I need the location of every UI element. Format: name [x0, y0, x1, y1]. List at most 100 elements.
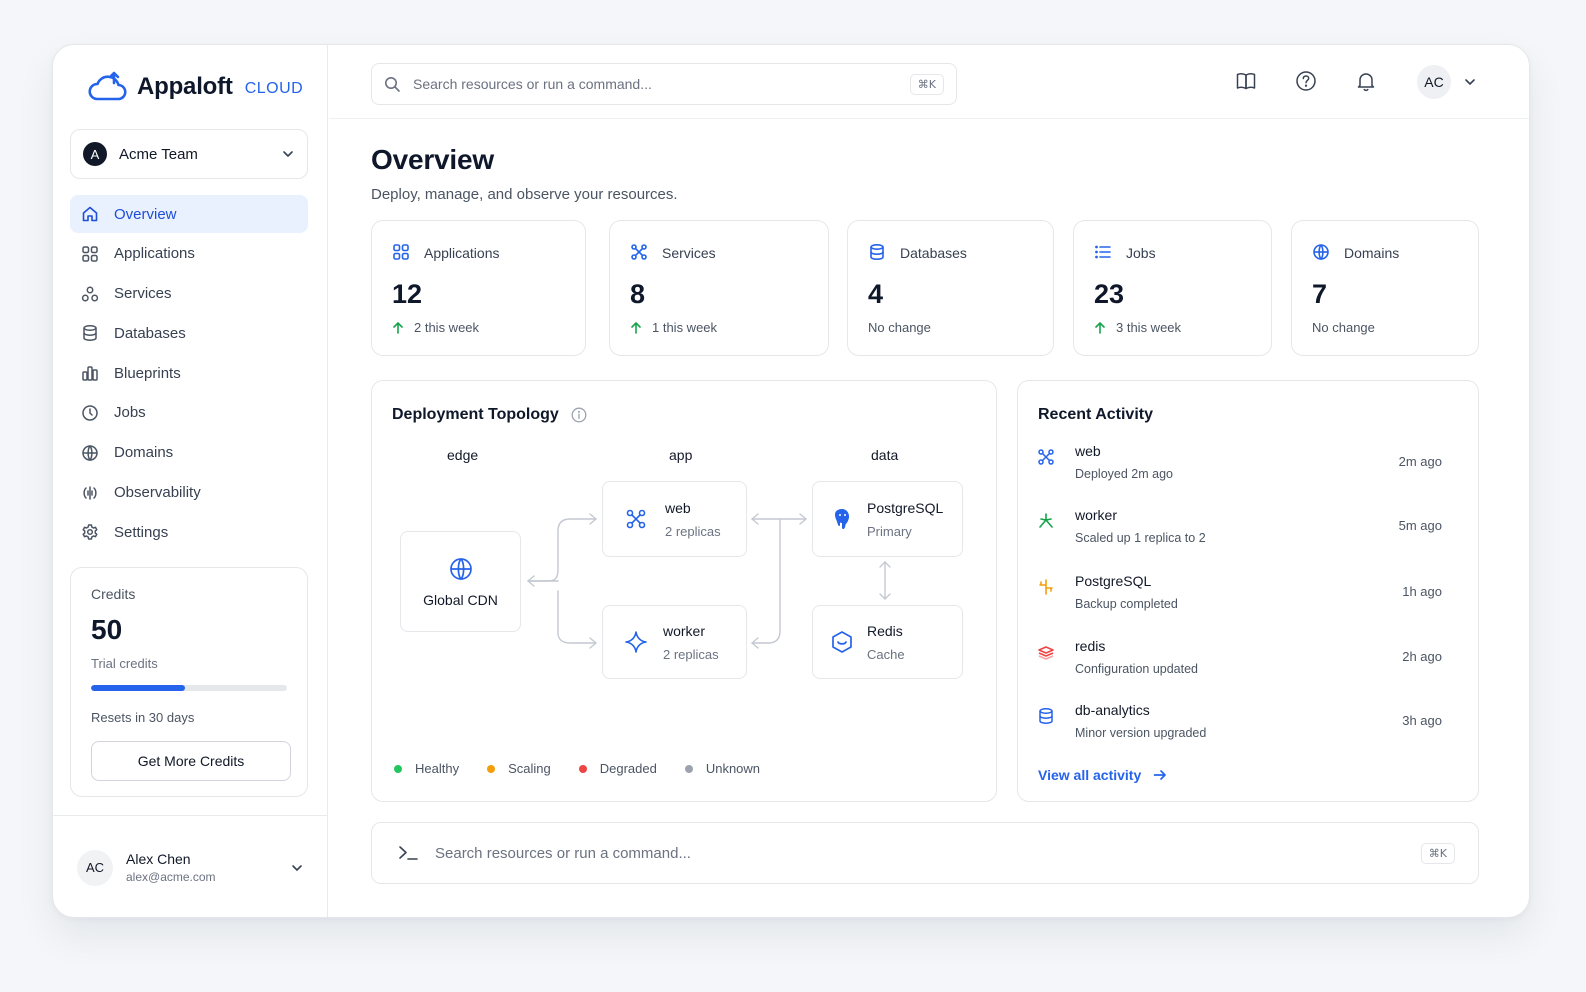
node-name: PostgreSQL: [867, 499, 944, 516]
sidebar-item-label: Settings: [114, 523, 169, 541]
activity-desc: Scaled up 1 replica to 2: [1075, 531, 1206, 545]
database-icon: [80, 323, 100, 343]
activity-item[interactable]: worker Scaled up 1 replica to 2 5m ago: [1036, 507, 1460, 563]
sidebar-item-observability[interactable]: Observability: [70, 474, 308, 512]
sidebar-item-databases[interactable]: Databases: [70, 314, 308, 352]
stat-label: Jobs: [1126, 245, 1156, 261]
status-dot: [394, 764, 402, 773]
legend-item-degraded: Degraded: [578, 761, 657, 776]
blueprints-icon: [80, 363, 100, 383]
command-bar[interactable]: ⌘K: [371, 822, 1479, 884]
activity-item[interactable]: PostgreSQL Backup completed 1h ago: [1036, 573, 1460, 629]
arrow-up-icon: [1095, 321, 1105, 334]
brand-logo[interactable]: Appaloft CLOUD: [85, 69, 303, 105]
node-sub: Primary: [867, 523, 912, 539]
jobs-icon: [80, 403, 100, 423]
search-input[interactable]: [413, 76, 910, 92]
hexagon-cache-icon: [829, 629, 855, 655]
activity-time: 2h ago: [1402, 649, 1442, 664]
stat-value: 4: [868, 279, 884, 309]
service-icon: [623, 506, 649, 532]
brand-name: Appaloft: [137, 73, 233, 100]
observability-icon: [80, 483, 100, 503]
globe-icon: [80, 443, 100, 463]
topology-node-redis[interactable]: Redis Cache: [812, 605, 963, 679]
database-icon: [1036, 706, 1060, 730]
terminal-prompt-icon: [398, 844, 418, 862]
postgres-icon: [829, 506, 855, 532]
help-icon[interactable]: [1295, 70, 1319, 94]
legend-label: Scaling: [508, 761, 551, 776]
credits-progress-bar: [91, 685, 287, 691]
topology-legend: Healthy Scaling Degraded Unknown: [394, 761, 788, 776]
team-switcher[interactable]: A Acme Team: [70, 129, 308, 179]
services-icon: [630, 243, 650, 263]
sidebar-item-blueprints[interactable]: Blueprints: [70, 354, 308, 392]
stat-card-applications[interactable]: Applications 12 2 this week: [371, 220, 586, 356]
stat-value: 7: [1312, 279, 1328, 309]
sidebar-item-settings[interactable]: Settings: [70, 513, 308, 551]
status-dot: [578, 764, 587, 773]
activity-desc: Configuration updated: [1075, 662, 1199, 676]
topology-node-global-cdn[interactable]: Global CDN: [400, 531, 521, 632]
services-icon: [80, 284, 100, 304]
sidebar-nav: Overview Applications Services Databases…: [70, 195, 308, 553]
activity-name: web: [1075, 443, 1101, 459]
sidebar-item-services[interactable]: Services: [70, 275, 308, 313]
stat-label: Applications: [424, 245, 500, 261]
activity-item[interactable]: redis Configuration updated 2h ago: [1036, 638, 1460, 694]
stat-value: 12: [392, 279, 423, 309]
arrow-up-icon: [393, 321, 403, 334]
sidebar: Appaloft CLOUD A Acme Team Overview Appl…: [53, 45, 328, 917]
docs-book-icon[interactable]: [1235, 70, 1259, 94]
avatar[interactable]: AC: [1417, 65, 1451, 99]
sidebar-item-jobs[interactable]: Jobs: [70, 394, 308, 432]
user-menu[interactable]: AC Alex Chen alex@acme.com: [53, 815, 328, 917]
sidebar-item-applications[interactable]: Applications: [70, 235, 308, 273]
sidebar-item-label: Databases: [114, 324, 186, 342]
get-more-credits-button[interactable]: Get More Credits: [91, 741, 291, 781]
topology-node-postgresql[interactable]: PostgreSQL Primary: [812, 481, 963, 557]
team-name: Acme Team: [119, 145, 198, 163]
command-shortcut-badge: ⌘K: [1420, 842, 1455, 864]
team-avatar: A: [83, 142, 107, 166]
arrow-up-icon: [631, 321, 641, 334]
node-name: Global CDN: [423, 591, 498, 608]
node-name: web: [665, 499, 691, 516]
topology-node-worker[interactable]: worker 2 replicas: [602, 605, 747, 679]
node-name: Redis: [867, 622, 903, 639]
redis-icon: [1036, 642, 1060, 666]
info-icon[interactable]: [571, 407, 587, 423]
chevron-down-icon[interactable]: [1463, 75, 1477, 89]
activity-name: redis: [1075, 638, 1106, 654]
global-search[interactable]: ⌘K: [371, 63, 957, 105]
node-name: worker: [663, 622, 706, 639]
stat-value: 23: [1094, 279, 1125, 309]
view-all-activity-link[interactable]: View all activity: [1038, 767, 1167, 783]
bell-icon[interactable]: [1355, 70, 1379, 94]
activity-time: 3h ago: [1402, 713, 1442, 728]
legend-label: Unknown: [705, 761, 761, 776]
stat-delta: 2 this week: [414, 320, 480, 335]
topology-node-web[interactable]: web 2 replicas: [602, 481, 747, 557]
activity-desc: Deployed 2m ago: [1075, 467, 1173, 481]
home-icon: [80, 204, 100, 224]
stat-card-jobs[interactable]: Jobs 23 3 this week: [1073, 220, 1272, 356]
sidebar-item-domains[interactable]: Domains: [70, 434, 308, 472]
page-title: Overview: [371, 144, 494, 175]
user-name: Alex Chen: [126, 851, 191, 867]
activity-item[interactable]: db-analytics Minor version upgraded 3h a…: [1036, 702, 1460, 758]
activity-item[interactable]: web Deployed 2m ago 2m ago: [1036, 443, 1460, 499]
stat-card-services[interactable]: Services 8 1 this week: [609, 220, 829, 356]
activity-time: 5m ago: [1398, 518, 1442, 533]
sidebar-item-label: Domains: [114, 444, 174, 462]
activity-name: PostgreSQL: [1075, 573, 1152, 589]
sidebar-item-overview[interactable]: Overview: [70, 195, 308, 233]
stat-card-domains[interactable]: Domains 7 No change: [1291, 220, 1479, 356]
command-input[interactable]: [435, 844, 1421, 862]
status-dot: [487, 764, 496, 773]
sidebar-item-label: Blueprints: [114, 364, 181, 382]
stat-value: 8: [630, 279, 646, 309]
apps-icon: [392, 243, 412, 263]
stat-card-databases[interactable]: Databases 4 No change: [847, 220, 1054, 356]
